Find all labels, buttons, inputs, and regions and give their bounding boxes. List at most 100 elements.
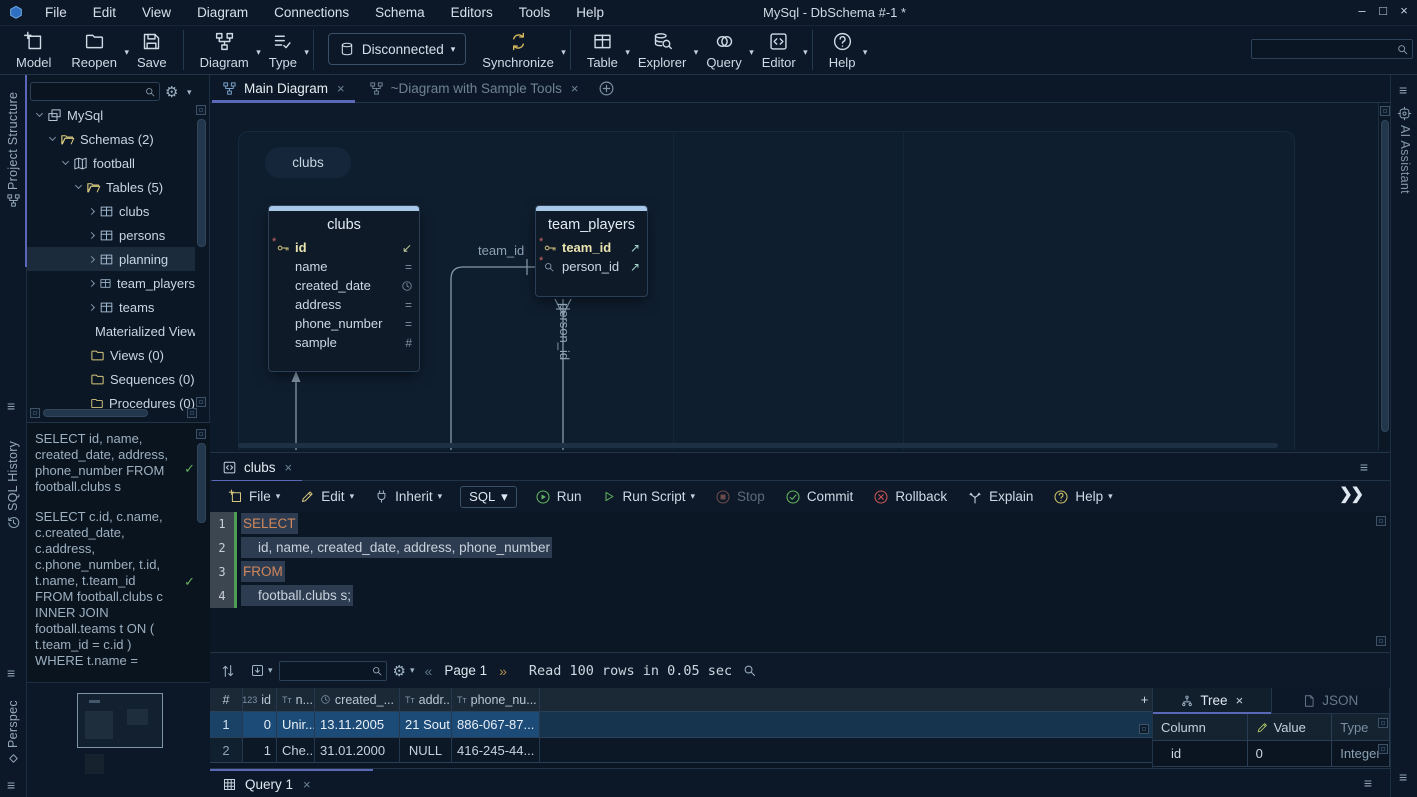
cell-id[interactable]: 1 [243,738,277,763]
rollback-button[interactable]: Rollback [865,489,955,505]
chevron-down-icon[interactable]: ▾ [268,665,273,676]
type-button[interactable]: Type ▾ [259,26,307,70]
run-script-button[interactable]: Run Script▾ [593,489,703,504]
menu-editors[interactable]: Editors [438,5,506,20]
export-icon[interactable] [250,663,265,678]
editor-button[interactable]: Editor ▾ [752,26,806,70]
column-row-person-id[interactable]: * person_id ↗ [536,257,647,276]
close-icon[interactable]: × [337,81,345,96]
scroll-down-button[interactable] [196,397,206,407]
column-row-id[interactable]: * id ↙ [269,238,419,257]
scroll-up-button[interactable] [1380,106,1390,116]
project-structure-strip[interactable]: Project Structure [6,80,20,190]
relationship-label-team-id[interactable]: team_id [478,243,524,258]
chevron-right-icon[interactable] [88,279,95,286]
synchronize-button[interactable]: Synchronize ▾ [472,26,564,70]
chevron-down-icon[interactable]: ▾ [863,47,868,58]
tree-item-tables[interactable]: Tables (5) [27,175,195,199]
panel-menu-icon[interactable]: ≡ [7,398,15,414]
header-name[interactable]: Tтn... [277,688,315,712]
table-title[interactable]: team_players [536,211,647,238]
canvas-vscroll-thumb[interactable] [1381,120,1389,432]
detail-header-column[interactable]: Column [1153,714,1248,741]
file-menu-button[interactable]: File▾ [220,489,288,504]
history-vscrollbar[interactable] [197,443,206,523]
query-button[interactable]: Query ▾ [696,26,751,70]
chevron-down-icon[interactable] [62,158,69,165]
results-filter-input[interactable] [280,664,371,678]
perspective-strip[interactable]: Perspec [6,688,20,748]
header-phone[interactable]: Tтphone_nu... [452,688,540,712]
tab-json[interactable]: JSON [1272,688,1391,713]
explain-button[interactable]: Explain [959,489,1041,505]
tab-tree[interactable]: Tree × [1153,688,1272,713]
scroll-down-button[interactable] [1376,636,1386,646]
add-tab-icon[interactable] [598,80,615,97]
tree-item-views[interactable]: Views (0) [27,343,195,367]
header-address[interactable]: Tтaddr... [400,688,452,712]
menu-help[interactable]: Help [563,5,617,20]
header-rownum[interactable]: # [210,688,243,712]
detail-header-value[interactable]: Value [1248,714,1333,741]
close-button[interactable]: × [1395,3,1413,18]
chevron-down-icon[interactable] [36,110,43,117]
tab-main-diagram[interactable]: Main Diagram × [210,75,357,103]
prev-page-icon[interactable]: « [425,663,433,679]
connection-dropdown[interactable]: Disconnected ▾ [328,33,466,65]
reopen-button[interactable]: Reopen ▾ [61,26,127,70]
explorer-button[interactable]: Explorer ▾ [628,26,696,70]
chevron-down-icon[interactable]: ▾ [561,47,566,58]
chevron-down-icon[interactable]: ▾ [187,87,192,98]
diagram-table-team-players[interactable]: team_players * team_id ↗ * person_id ↗ [535,205,648,297]
close-icon[interactable]: × [303,777,311,792]
tab-sample-diagram[interactable]: ~Diagram with Sample Tools × [357,75,591,103]
header-created-date[interactable]: created_... [315,688,400,712]
table-title[interactable]: clubs [269,211,419,238]
edit-menu-button[interactable]: Edit▾ [292,489,362,504]
scroll-up-button[interactable] [1376,516,1386,526]
column-row-phone-number[interactable]: phone_number = [269,314,419,333]
chevron-right-icon[interactable] [88,255,95,262]
grid-row[interactable]: 2 1 Che... 31.01.2000 NULL 416-245-44... [210,738,1152,763]
diagram-table-clubs[interactable]: clubs * id ↙ name = created_date address [268,205,420,372]
tree-item-mysql[interactable]: MySql [27,103,195,127]
canvas-scrollbar-track[interactable] [1378,103,1390,450]
search-icon[interactable] [742,663,757,678]
tree-item-planning[interactable]: planning [27,247,195,271]
editor-menu-icon[interactable]: ≡ [1360,459,1368,475]
help-button[interactable]: Help ▾ [819,26,866,70]
chevron-right-icon[interactable] [88,207,95,214]
menu-view[interactable]: View [129,5,184,20]
sql-history-entry[interactable]: SELECT id, name, created_date, address, … [35,431,177,495]
cell-created-date[interactable]: 31.01.2000 [315,738,400,763]
tree-item-clubs[interactable]: clubs [27,199,195,223]
tree-search-input[interactable] [31,85,144,99]
results-filter-box[interactable] [279,661,387,681]
tree-search-box[interactable] [30,82,160,101]
menu-tools[interactable]: Tools [506,5,564,20]
tree-item-materialized-views[interactable]: Materialized Views [27,319,195,343]
gear-icon[interactable]: ⚙ [393,662,406,680]
column-row-team-id[interactable]: * team_id ↗ [536,238,647,257]
close-icon[interactable]: × [1236,693,1244,708]
panel-menu-icon[interactable]: ≡ [1399,769,1407,785]
scroll-left-button[interactable] [30,408,40,418]
tree-item-sequences[interactable]: Sequences (0) [27,367,195,391]
chevron-down-icon[interactable]: ▾ [304,47,309,58]
diagram-canvas[interactable]: clubs clubs * id ↙ name = created_date [210,103,1390,450]
cell-phone[interactable]: 416-245-44... [452,738,540,763]
chevron-down-icon[interactable]: ▾ [410,665,415,676]
more-tools-icon[interactable]: ❯❯ [1339,484,1362,504]
tab-clubs-editor[interactable]: clubs × [212,453,302,481]
panel-menu-icon[interactable]: ≡ [7,665,15,681]
column-row-name[interactable]: name = [269,257,419,276]
menu-connections[interactable]: Connections [261,5,362,20]
chevron-down-icon[interactable] [49,134,56,141]
scroll-right-button[interactable] [187,408,197,418]
column-row-address[interactable]: address = [269,295,419,314]
close-icon[interactable]: × [285,460,293,475]
cell-created-date[interactable]: 13.11.2005 [315,712,400,738]
relationship-label-person-id[interactable]: person_id [557,303,572,360]
column-row-sample[interactable]: sample # [269,333,419,352]
ai-assistant-strip[interactable]: AI Assistant [1398,125,1412,225]
